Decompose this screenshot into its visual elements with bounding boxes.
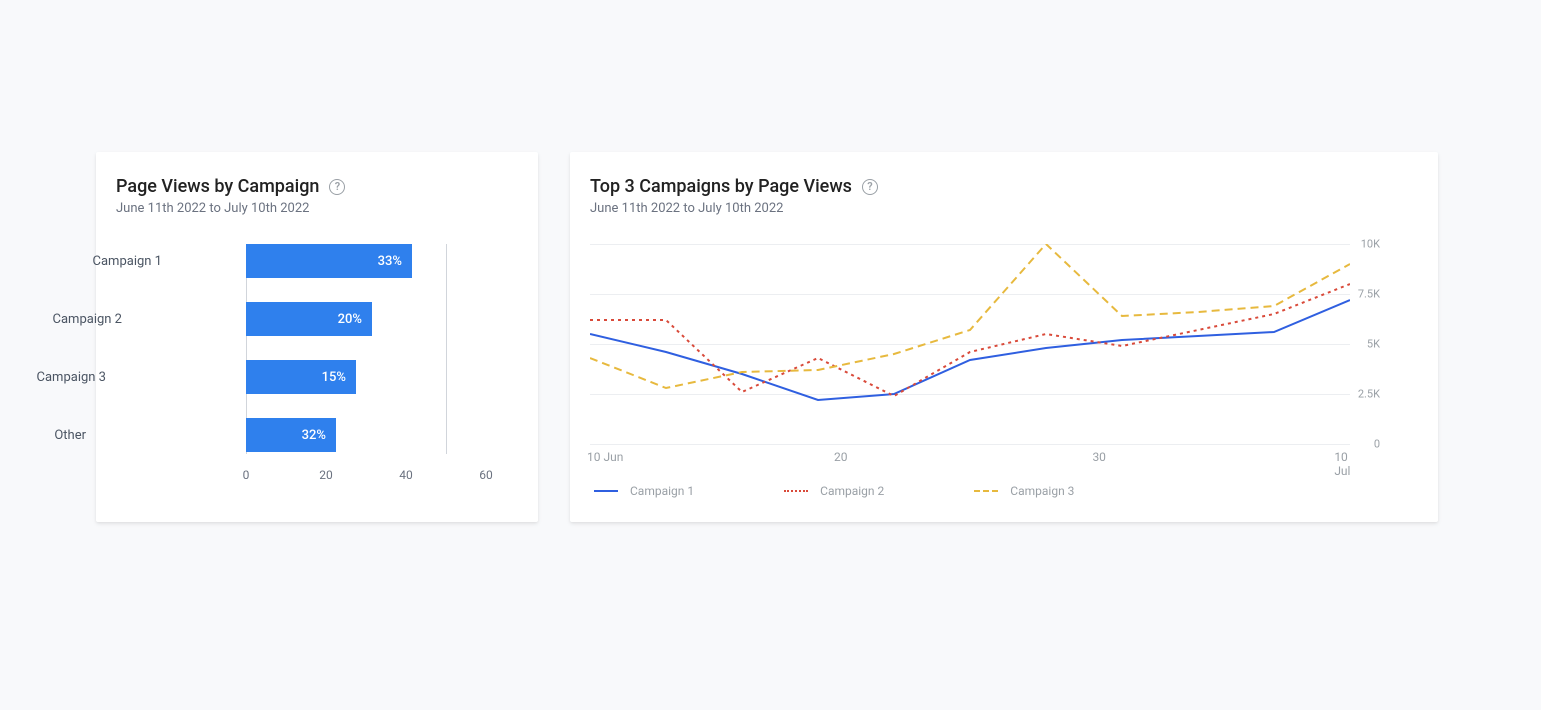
bar-segment: 32% xyxy=(246,418,336,452)
y-tick: 10K xyxy=(1361,238,1380,251)
x-tick: 40 xyxy=(399,468,413,482)
x-tick: 20 xyxy=(834,450,848,464)
bar-category-label: Campaign 1 xyxy=(42,254,162,269)
bar-segment: 20% xyxy=(246,302,372,336)
card-title: Top 3 Campaigns by Page Views xyxy=(590,176,852,197)
legend-item-campaign-2: Campaign 2 xyxy=(784,484,884,498)
card-subtitle: June 11th 2022 to July 10th 2022 xyxy=(116,201,518,216)
y-tick: 0 xyxy=(1374,438,1380,451)
legend-label: Campaign 3 xyxy=(1010,484,1074,498)
legend-label: Campaign 1 xyxy=(630,484,694,498)
bar-segment: 33% xyxy=(246,244,412,278)
y-tick: 5K xyxy=(1367,338,1380,351)
help-icon[interactable]: ? xyxy=(329,179,345,195)
y-tick: 2.5K xyxy=(1358,388,1380,401)
legend-item-campaign-1: Campaign 1 xyxy=(594,484,694,498)
legend-swatch xyxy=(784,490,808,492)
legend: Campaign 1 Campaign 2 Campaign 3 xyxy=(590,484,1418,498)
bar-category-label: Campaign 3 xyxy=(0,370,106,385)
x-tick: 60 xyxy=(479,468,493,482)
x-tick: 20 xyxy=(319,468,333,482)
bar-category-label: Campaign 2 xyxy=(2,312,122,327)
bar-chart: Campaign 1 33% Campaign 2 20% Campaign 3… xyxy=(116,244,518,484)
top-3-campaigns-card: Top 3 Campaigns by Page Views ? June 11t… xyxy=(570,152,1438,522)
bar-segment: 15% xyxy=(246,360,356,394)
line-series-campaign-3 xyxy=(590,244,1350,388)
line-chart: 10K 7.5K 5K 2.5K 0 10 Jun 20 30 10 Jul C… xyxy=(590,244,1418,498)
card-title: Page Views by Campaign xyxy=(116,176,319,197)
legend-label: Campaign 2 xyxy=(820,484,884,498)
legend-item-campaign-3: Campaign 3 xyxy=(974,484,1074,498)
x-tick: 0 xyxy=(243,468,250,482)
bar-category-label: Other xyxy=(0,428,86,443)
help-icon[interactable]: ? xyxy=(862,179,878,195)
legend-swatch xyxy=(594,490,618,492)
line-svg xyxy=(590,244,1350,444)
y-tick: 7.5K xyxy=(1358,288,1380,301)
page-views-by-campaign-card: Page Views by Campaign ? June 11th 2022 … xyxy=(96,152,538,522)
x-tick: 10 Jul xyxy=(1334,450,1350,478)
x-tick: 10 Jun xyxy=(587,450,623,464)
x-tick: 30 xyxy=(1092,450,1106,464)
card-subtitle: June 11th 2022 to July 10th 2022 xyxy=(590,201,1418,216)
legend-swatch xyxy=(974,490,998,492)
line-series-campaign-1 xyxy=(590,300,1350,400)
